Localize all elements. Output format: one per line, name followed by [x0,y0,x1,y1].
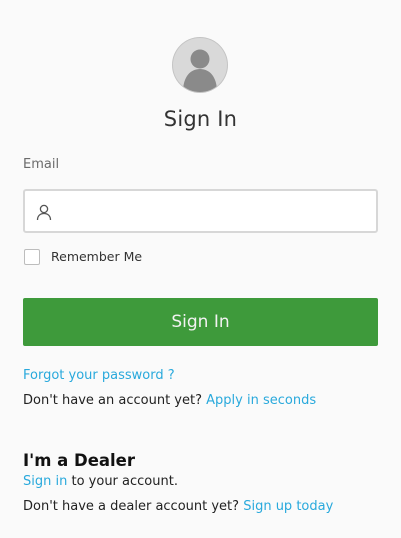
sign-in-button[interactable]: Sign In [23,298,378,346]
dealer-no-account-text: Don't have a dealer account yet? [23,499,240,514]
dealer-sign-up-link[interactable]: Sign up today [243,499,333,514]
dealer-no-account-line: Don't have a dealer account yet? Sign up… [23,499,333,514]
forgot-password-link[interactable]: Forgot your password ? [23,368,175,383]
user-avatar-icon [173,38,227,92]
no-account-line: Don't have an account yet? Apply in seco… [23,393,316,408]
email-field-container[interactable] [23,189,378,233]
remember-me-checkbox[interactable] [24,249,40,265]
dealer-signin-suffix: to your account. [71,474,178,489]
remember-me-label: Remember Me [51,249,143,264]
user-icon [35,203,53,221]
no-account-text: Don't have an account yet? [23,393,202,408]
email-field[interactable] [63,191,363,231]
page-title: Sign In [163,107,238,131]
email-label: Email [23,157,60,172]
apply-link[interactable]: Apply in seconds [206,393,316,408]
dealer-heading: I'm a Dealer [23,451,136,470]
dealer-signin-line: Sign in to your account. [23,474,178,489]
dealer-sign-in-link[interactable]: Sign in [23,474,67,489]
